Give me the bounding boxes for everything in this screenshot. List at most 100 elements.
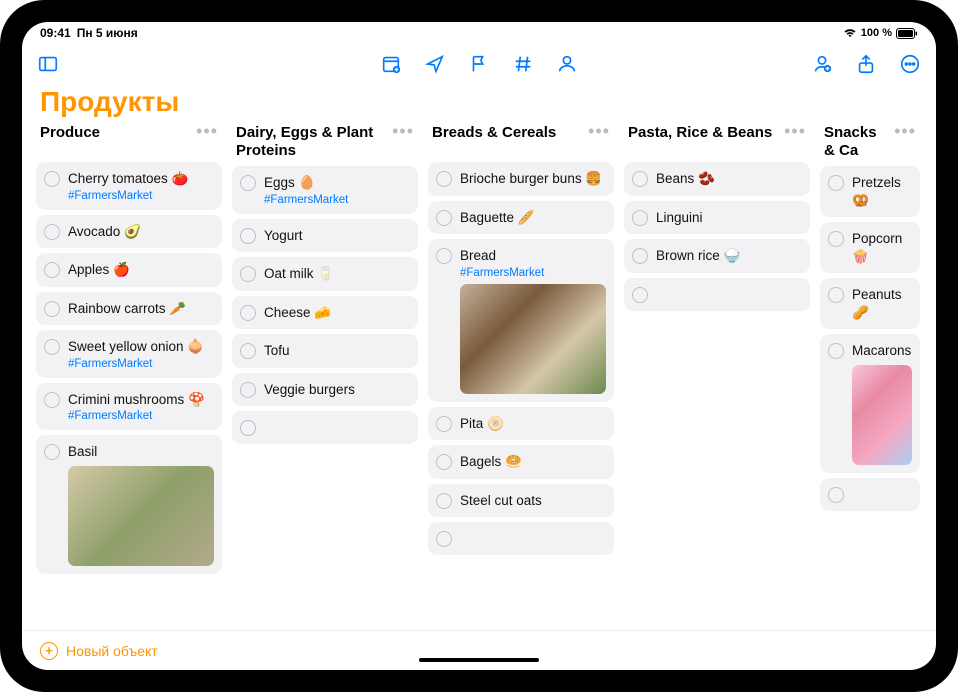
reminder-item[interactable]: Yogurt: [232, 219, 418, 253]
checkbox-circle[interactable]: [436, 531, 452, 547]
reminder-item[interactable]: Brioche burger buns 🍔: [428, 162, 614, 196]
checkbox-circle[interactable]: [44, 224, 60, 240]
reminder-tag[interactable]: #FarmersMarket: [68, 410, 214, 422]
reminder-item[interactable]: Oat milk 🥛: [232, 257, 418, 291]
checkbox-circle[interactable]: [828, 343, 844, 359]
checkbox-circle[interactable]: [436, 493, 452, 509]
reminder-item[interactable]: Bread#FarmersMarket: [428, 239, 614, 402]
checkbox-circle[interactable]: [44, 262, 60, 278]
checkbox-circle[interactable]: [240, 420, 256, 436]
reminder-item[interactable]: Cherry tomatoes 🍅#FarmersMarket: [36, 162, 222, 210]
checkbox-circle[interactable]: [240, 266, 256, 282]
add-new-button[interactable]: Новый объект: [66, 643, 158, 659]
reminder-item[interactable]: Pretzels 🥨: [820, 166, 920, 217]
reminder-label: Pretzels 🥨: [852, 174, 912, 209]
add-icon[interactable]: +: [40, 642, 58, 660]
reminder-label: Tofu: [264, 342, 410, 360]
checkbox-circle[interactable]: [240, 305, 256, 321]
reminder-item[interactable]: Peanuts 🥜: [820, 278, 920, 329]
reminder-empty[interactable]: [820, 478, 920, 511]
column-title: Snacks & Ca: [824, 124, 894, 160]
status-date: Пн 5 июня: [77, 26, 138, 40]
reminder-item[interactable]: Cheese 🧀: [232, 296, 418, 330]
column: Produce ••• Cherry tomatoes 🍅#FarmersMarke…: [36, 124, 222, 630]
reminder-item[interactable]: Brown rice 🍚: [624, 239, 810, 273]
checkbox-circle[interactable]: [436, 416, 452, 432]
checkbox-circle[interactable]: [44, 392, 60, 408]
checkbox-circle[interactable]: [436, 248, 452, 264]
tag-button[interactable]: [511, 52, 535, 76]
reminder-item[interactable]: Baguette 🥖: [428, 201, 614, 235]
column-more-button[interactable]: •••: [588, 124, 610, 138]
reminder-tag[interactable]: #FarmersMarket: [460, 267, 606, 279]
reminder-image: [460, 284, 606, 394]
reminder-item[interactable]: Popcorn 🍿: [820, 222, 920, 273]
column: Breads & Cereals•••Brioche burger buns 🍔…: [428, 124, 614, 630]
checkbox-circle[interactable]: [632, 248, 648, 264]
collaborate-button[interactable]: [810, 52, 834, 76]
checkbox-circle[interactable]: [44, 301, 60, 317]
column-title: Produce: [40, 124, 106, 142]
checkbox-circle[interactable]: [44, 444, 60, 460]
reminder-item[interactable]: Linguini: [624, 201, 810, 235]
reminder-label: Macarons: [852, 342, 912, 360]
reminder-empty[interactable]: [428, 522, 614, 555]
reminder-item[interactable]: Beans 🫘: [624, 162, 810, 196]
reminder-item[interactable]: Basil: [36, 435, 222, 574]
reminder-item[interactable]: Crimini mushrooms 🍄#FarmersMarket: [36, 383, 222, 431]
checkbox-circle[interactable]: [828, 487, 844, 503]
checkbox-circle[interactable]: [632, 171, 648, 187]
reminder-item[interactable]: Pita 🫓: [428, 407, 614, 441]
checkbox-circle[interactable]: [632, 287, 648, 303]
checkbox-circle[interactable]: [436, 210, 452, 226]
checkbox-circle[interactable]: [436, 454, 452, 470]
checkbox-circle[interactable]: [632, 210, 648, 226]
board[interactable]: Produce ••• Cherry tomatoes 🍅#FarmersMarke…: [22, 124, 936, 630]
checkbox-circle[interactable]: [828, 175, 844, 191]
checkbox-circle[interactable]: [240, 343, 256, 359]
reminder-item[interactable]: Bagels 🥯: [428, 445, 614, 479]
checkbox-circle[interactable]: [44, 171, 60, 187]
flag-button[interactable]: [467, 52, 491, 76]
checkbox-circle[interactable]: [436, 171, 452, 187]
share-button[interactable]: [854, 52, 878, 76]
checkbox-circle[interactable]: [240, 382, 256, 398]
reminder-tag[interactable]: #FarmersMarket: [68, 358, 214, 370]
reminder-label: Veggie burgers: [264, 381, 410, 399]
reminder-item[interactable]: Veggie burgers: [232, 373, 418, 407]
home-indicator: [419, 658, 539, 662]
reminder-item[interactable]: Tofu: [232, 334, 418, 368]
reminder-label: Oat milk 🥛: [264, 265, 410, 283]
reminder-item[interactable]: Rainbow carrots 🥕: [36, 292, 222, 326]
reminder-item[interactable]: Apples 🍎: [36, 253, 222, 287]
sidebar-toggle-button[interactable]: [36, 52, 60, 76]
column-more-button[interactable]: •••: [894, 124, 916, 138]
reminder-tag[interactable]: #FarmersMarket: [68, 190, 214, 202]
reminder-item[interactable]: Steel cut oats: [428, 484, 614, 518]
calendar-button[interactable]: [379, 52, 403, 76]
reminder-label: Peanuts 🥜: [852, 286, 912, 321]
reminder-item[interactable]: Eggs 🥚#FarmersMarket: [232, 166, 418, 214]
reminder-label: Crimini mushrooms 🍄: [68, 391, 214, 409]
checkbox-circle[interactable]: [240, 228, 256, 244]
checkbox-circle[interactable]: [240, 175, 256, 191]
reminder-item[interactable]: Macarons: [820, 334, 920, 473]
column-title: Pasta, Rice & Beans: [628, 124, 778, 142]
toolbar: [22, 44, 936, 84]
checkbox-circle[interactable]: [44, 339, 60, 355]
person-button[interactable]: [555, 52, 579, 76]
column-more-button[interactable]: •••: [392, 124, 414, 138]
column-more-button[interactable]: •••: [784, 124, 806, 138]
more-button[interactable]: [898, 52, 922, 76]
reminder-item[interactable]: Sweet yellow onion 🧅#FarmersMarket: [36, 330, 222, 378]
reminder-label: Beans 🫘: [656, 170, 802, 188]
column-more-button[interactable]: •••: [196, 124, 218, 138]
checkbox-circle[interactable]: [828, 287, 844, 303]
reminder-item[interactable]: Avocado 🥑: [36, 215, 222, 249]
reminder-empty[interactable]: [232, 411, 418, 444]
reminder-label: Basil: [68, 443, 214, 461]
location-button[interactable]: [423, 52, 447, 76]
reminder-empty[interactable]: [624, 278, 810, 311]
checkbox-circle[interactable]: [828, 231, 844, 247]
reminder-tag[interactable]: #FarmersMarket: [264, 194, 410, 206]
